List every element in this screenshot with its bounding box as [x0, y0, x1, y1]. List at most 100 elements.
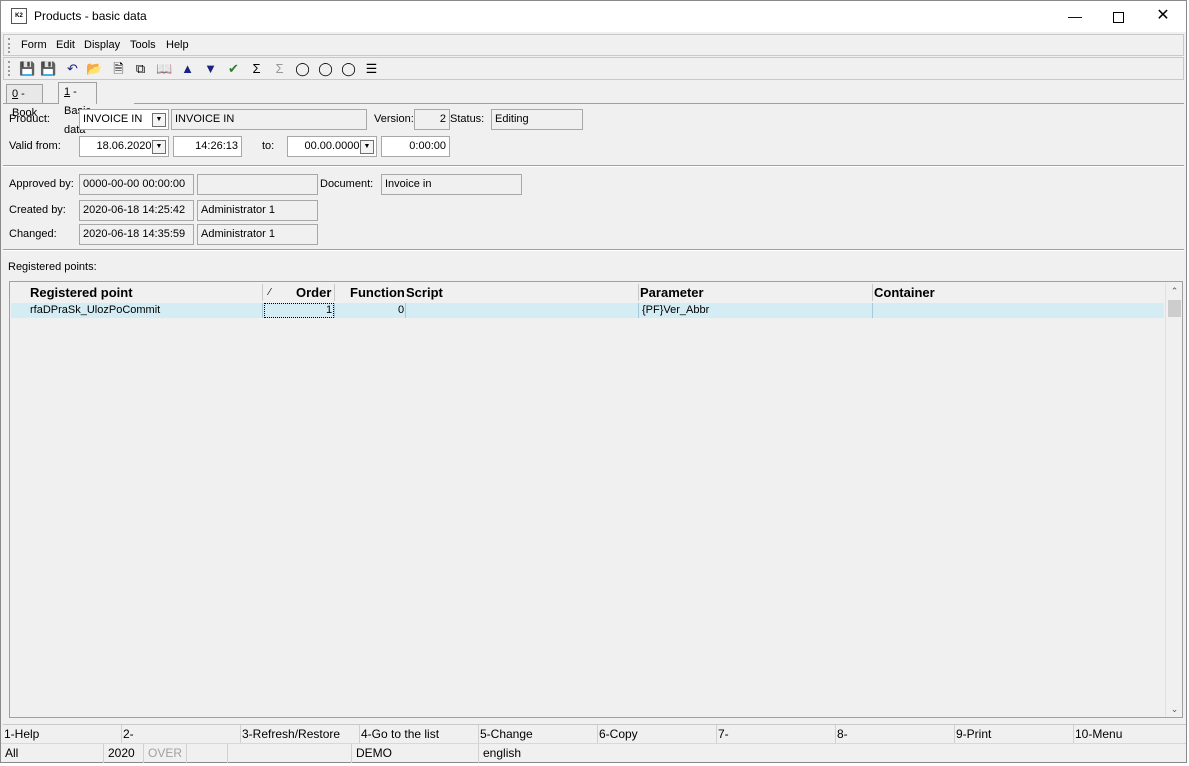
function-key-bar: 1-Help 2- 3-Refresh/Restore 4-Go to the … [3, 724, 1186, 744]
scroll-thumb[interactable] [1168, 300, 1181, 317]
toolbar-grip[interactable] [8, 61, 10, 76]
column-separator[interactable] [334, 284, 335, 301]
maximize-button[interactable] [1095, 1, 1141, 32]
changed-user-field: Administrator 1 [197, 224, 318, 245]
binoculars-filter-icon[interactable]: ◯ [317, 61, 334, 77]
changed-label: Changed: [9, 228, 57, 240]
cell-registered-point[interactable]: rfaDPraSk_UlozPoCommit [30, 303, 160, 318]
binoculars-icon[interactable]: ◯ [294, 61, 311, 77]
undo-icon[interactable]: ↶ [64, 61, 81, 77]
column-separator[interactable] [638, 284, 639, 301]
status-year: 2020 [104, 744, 144, 763]
save-icon[interactable]: 💾 [19, 61, 36, 77]
status-scope: All [1, 744, 104, 763]
close-icon: ✕ [1156, 7, 1170, 24]
valid-from-label: Valid from: [9, 140, 61, 152]
title-bar: K2 Products - basic data — ✕ [1, 1, 1186, 32]
column-header-function[interactable]: Function [350, 284, 405, 302]
fkey-help[interactable]: 1-Help [3, 725, 122, 744]
column-header-parameter[interactable]: Parameter [640, 284, 704, 302]
registered-points-title: Registered points: [8, 261, 97, 273]
fkey-print[interactable]: 9-Print [955, 725, 1074, 744]
divider [3, 165, 1184, 167]
registered-points-grid[interactable]: Registered point ⁄ Order Function Script… [9, 281, 1183, 718]
valid-to-time-field[interactable]: 0:00:00 [381, 136, 450, 157]
minimize-button[interactable]: — [1052, 1, 1098, 32]
fkey-go-to-list[interactable]: 4-Go to the list [360, 725, 479, 744]
binoculars-next-icon[interactable]: ◯ [340, 61, 357, 77]
column-header-script[interactable]: Script [406, 284, 443, 302]
column-header-container[interactable]: Container [874, 284, 935, 302]
book-icon[interactable]: 📖 [156, 61, 173, 77]
scroll-up-icon[interactable]: ⌃ [1166, 283, 1183, 299]
column-separator[interactable] [872, 284, 873, 301]
to-label: to: [262, 140, 275, 152]
divider [3, 249, 1184, 251]
maximize-icon [1112, 11, 1124, 23]
arrow-down-icon[interactable]: ▼ [202, 61, 219, 77]
status-bar: All 2020 OVER DEMO english [1, 743, 1186, 763]
document-label: Document: [320, 178, 374, 190]
arrow-up-icon[interactable]: ▲ [179, 61, 196, 77]
status-mode: OVER [144, 744, 187, 763]
menu-tools[interactable]: Tools [130, 39, 156, 51]
focused-cell[interactable] [264, 303, 334, 318]
status-language: english [483, 746, 522, 760]
vertical-scrollbar[interactable]: ⌃ ⌄ [1165, 283, 1182, 717]
changed-date-field: 2020-06-18 14:35:59 [79, 224, 194, 245]
column-header-order[interactable]: Order [296, 284, 331, 302]
chevron-down-icon[interactable]: ▼ [152, 113, 166, 127]
menu-display[interactable]: Display [84, 39, 120, 51]
fkey-change[interactable]: 5-Change [479, 725, 598, 744]
fkey-2[interactable]: 2- [122, 725, 241, 744]
chevron-down-icon[interactable]: ▼ [360, 140, 374, 154]
created-date-field: 2020-06-18 14:25:42 [79, 200, 194, 221]
version-label: Version: [374, 113, 414, 125]
menu-form[interactable]: Form [21, 39, 47, 51]
open-folder-icon[interactable]: 📂 [86, 61, 103, 77]
status-field: Editing [491, 109, 583, 130]
menu-lines-icon[interactable]: ☰ [363, 61, 380, 77]
cell-separator [872, 303, 873, 318]
column-separator[interactable] [262, 284, 263, 301]
valid-from-time-field[interactable]: 14:26:13 [173, 136, 242, 157]
fkey-refresh[interactable]: 3-Refresh/Restore [241, 725, 360, 744]
scroll-down-icon[interactable]: ⌄ [1166, 701, 1183, 717]
cell-order[interactable]: 1 [326, 303, 332, 318]
version-field: 2 [414, 109, 450, 130]
copy-icon[interactable]: ⧉ [132, 61, 149, 77]
status-blank [187, 744, 228, 763]
menu-edit[interactable]: Edit [56, 39, 75, 51]
window: K2 Products - basic data — ✕ Form Edit D… [0, 0, 1187, 763]
status-label: Status: [450, 113, 485, 125]
cell-function[interactable]: 0 [398, 303, 404, 318]
close-button[interactable]: ✕ [1140, 1, 1186, 32]
product-name-field: INVOICE IN [171, 109, 367, 130]
sort-indicator-icon: ⁄ [269, 287, 271, 298]
fkey-7[interactable]: 7- [717, 725, 836, 744]
created-user-field: Administrator 1 [197, 200, 318, 221]
table-row[interactable]: rfaDPraSk_UlozPoCommit 1 0 {PF}Ver_Abbr [11, 303, 1164, 318]
cell-parameter[interactable]: {PF}Ver_Abbr [642, 303, 709, 318]
product-label: Product: [9, 113, 50, 125]
column-header-registered-point[interactable]: Registered point [30, 284, 133, 302]
cell-separator [405, 303, 406, 318]
fkey-copy[interactable]: 6-Copy [598, 725, 717, 744]
tab-underline [3, 103, 58, 104]
sum-disabled-icon[interactable]: Σ [271, 61, 288, 77]
status-database: DEMO [352, 744, 479, 763]
fkey-8[interactable]: 8- [836, 725, 955, 744]
chevron-down-icon[interactable]: ▼ [152, 140, 166, 154]
sum-icon[interactable]: Σ [248, 61, 265, 77]
menu-help[interactable]: Help [166, 39, 189, 51]
save-as-icon[interactable]: 💾 [40, 61, 57, 77]
menu-grip[interactable] [8, 38, 10, 53]
new-document-icon[interactable]: 🗎 [110, 61, 127, 77]
checkmark-icon[interactable]: ✔ [225, 61, 242, 77]
status-blank [228, 744, 352, 763]
tab-basic-data[interactable]: 1 - Basic data [58, 82, 97, 136]
fkey-menu[interactable]: 10-Menu [1074, 725, 1184, 744]
tab-book[interactable]: 0 - Book [6, 84, 44, 119]
minimize-icon: — [1068, 8, 1082, 24]
window-title: Products - basic data [34, 9, 147, 23]
